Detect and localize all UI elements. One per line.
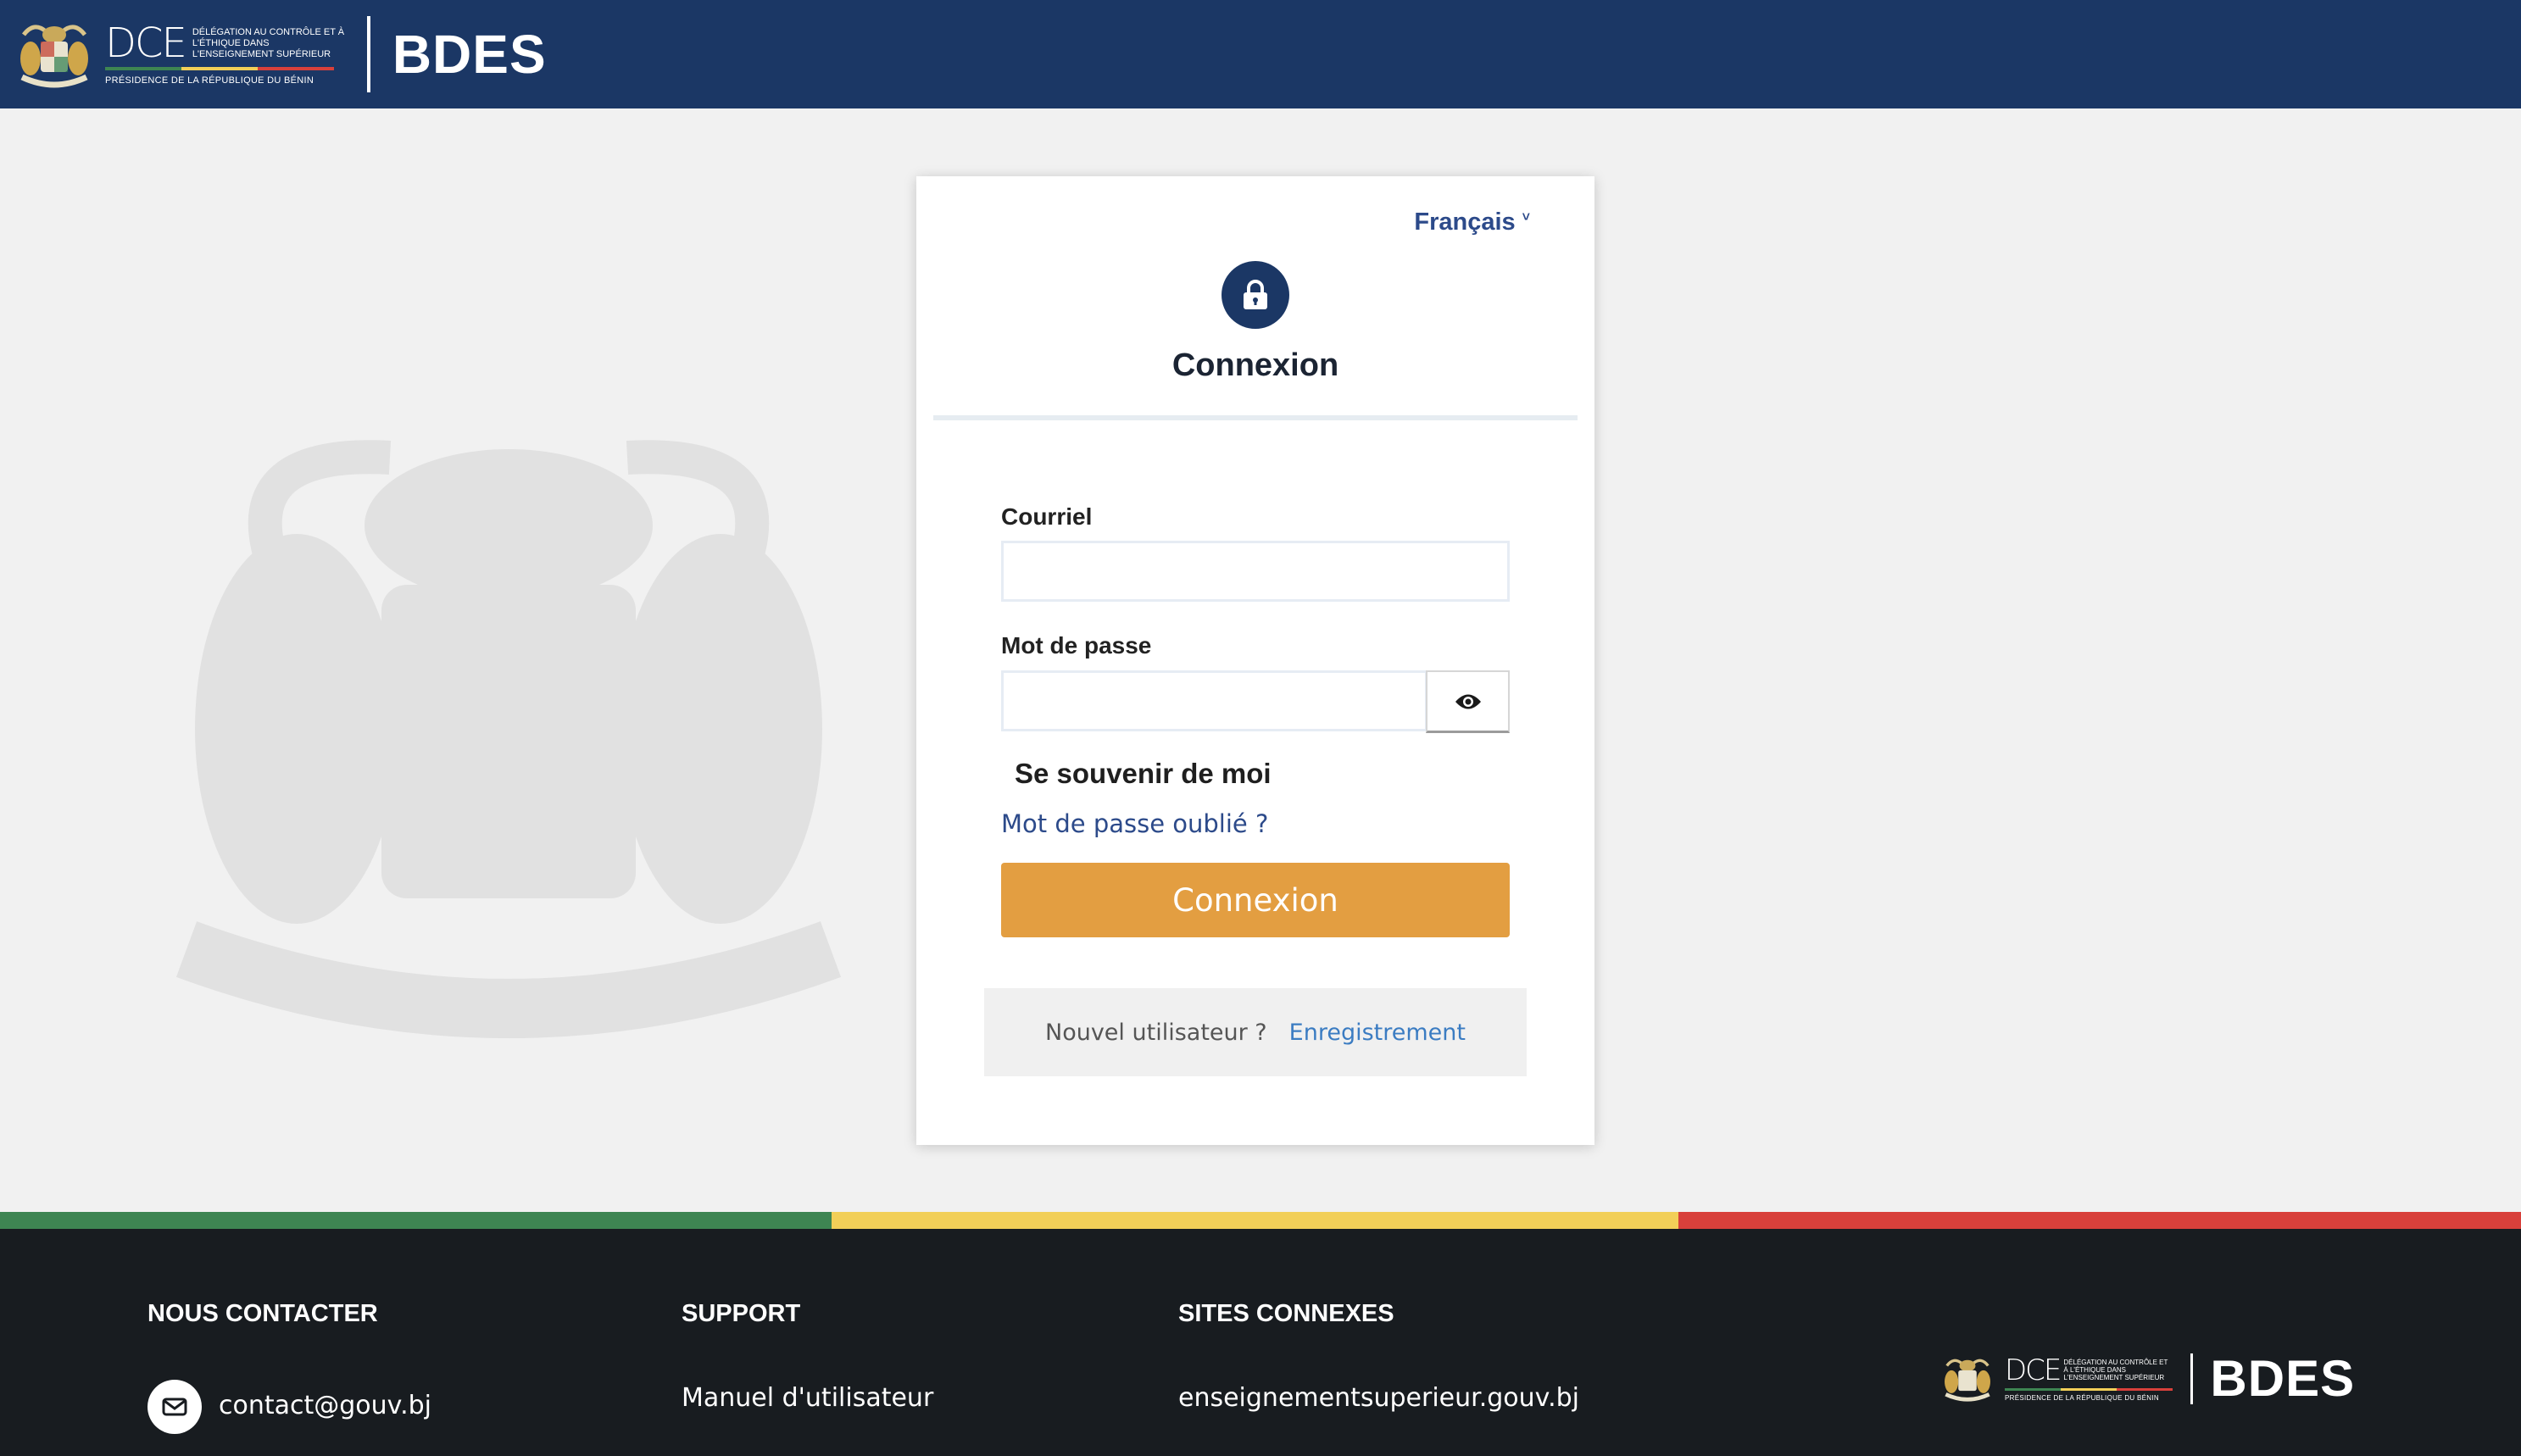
lock-glyph [1244, 280, 1267, 309]
footer-app-title: BDES [2210, 1350, 2356, 1407]
app-header: DCE Délégation au contrôle et à l'éthiqu… [0, 0, 2521, 108]
remember-me-label[interactable]: Se souvenir de moi [1015, 758, 1272, 790]
footer-dce-logo-color-bar [2005, 1387, 2173, 1391]
background-coat-of-arms-watermark [175, 440, 842, 1038]
header-divider [366, 16, 370, 92]
login-title-divider [933, 415, 1578, 420]
flag-color-stripe [0, 1212, 2521, 1229]
site-footer: NOUS CONTACTER contact@gouv.bj SUPPORT M… [0, 1229, 2521, 1456]
app-title: BDES [392, 24, 547, 85]
register-box: Nouvel utilisateur ? Enregistrement [984, 988, 1527, 1076]
email-label: Courriel [1001, 503, 1093, 530]
email-input[interactable] [1001, 541, 1510, 602]
language-selector[interactable]: Français ˅ [1414, 208, 1530, 236]
lock-icon [1222, 261, 1289, 329]
new-user-text: Nouvel utilisateur ? [1045, 1019, 1267, 1046]
dce-logo-mark: DCE [105, 19, 187, 67]
password-input[interactable] [1001, 670, 1427, 731]
mail-icon [147, 1380, 202, 1434]
footer-related-sites-heading: SITES CONNEXES [1178, 1300, 1394, 1327]
login-title: Connexion [1171, 347, 1339, 383]
footer-user-manual-link[interactable]: Manuel d'utilisateur [682, 1383, 933, 1413]
footer-dce-logo: DCE Délégation au contrôle et à l'éthiqu… [2005, 1356, 2173, 1402]
eye-icon [1455, 694, 1481, 709]
login-card: Français ˅ Connexion Courriel Mot de pas… [916, 176, 1594, 1145]
coat-of-arms-icon [20, 25, 88, 88]
login-submit-button[interactable]: Connexion [1001, 863, 1510, 937]
dce-logo-description: Délégation au contrôle et à l'éthique da… [192, 26, 345, 59]
coat-of-arms-icon [1945, 1359, 1990, 1402]
footer-dce-logo-description: Délégation au contrôle et à l'éthique da… [2063, 1359, 2168, 1381]
benin-crest-logo [14, 16, 95, 92]
footer-dce-logo-subtitle: Présidence de la République du Bénin [2005, 1393, 2159, 1402]
footer-contact-heading: NOUS CONTACTER [147, 1300, 378, 1327]
footer-dce-logo-mark: DCE [2005, 1353, 2062, 1387]
dce-logo-color-bar [105, 67, 334, 70]
footer-support-heading: SUPPORT [682, 1300, 801, 1327]
flag-stripe-yellow [832, 1212, 1678, 1229]
envelope-glyph [162, 1398, 187, 1416]
footer-contact-email-link[interactable]: contact@gouv.bj [219, 1391, 431, 1420]
dce-logo-subtitle: Présidence de la République du Bénin [105, 75, 314, 86]
password-label: Mot de passe [1001, 632, 1152, 659]
toggle-password-visibility-button[interactable] [1426, 670, 1510, 733]
footer-crest-logo [1937, 1353, 1998, 1404]
footer-related-site-link[interactable]: enseignementsuperieur.gouv.bj [1178, 1383, 1579, 1413]
chevron-down-icon: ˅ [1522, 210, 1530, 225]
footer-logo-divider [2190, 1353, 2194, 1404]
flag-stripe-red [1678, 1212, 2521, 1229]
flag-stripe-green [0, 1212, 832, 1229]
forgot-password-link[interactable]: Mot de passe oublié ? [1001, 809, 1268, 838]
footer-logo: DCE Délégation au contrôle et à l'éthiqu… [1937, 1349, 2355, 1408]
language-selector-label: Français [1414, 208, 1516, 236]
register-link[interactable]: Enregistrement [1289, 1020, 1466, 1046]
dce-logo: DCE Délégation au contrôle et à l'éthiqu… [105, 23, 345, 86]
